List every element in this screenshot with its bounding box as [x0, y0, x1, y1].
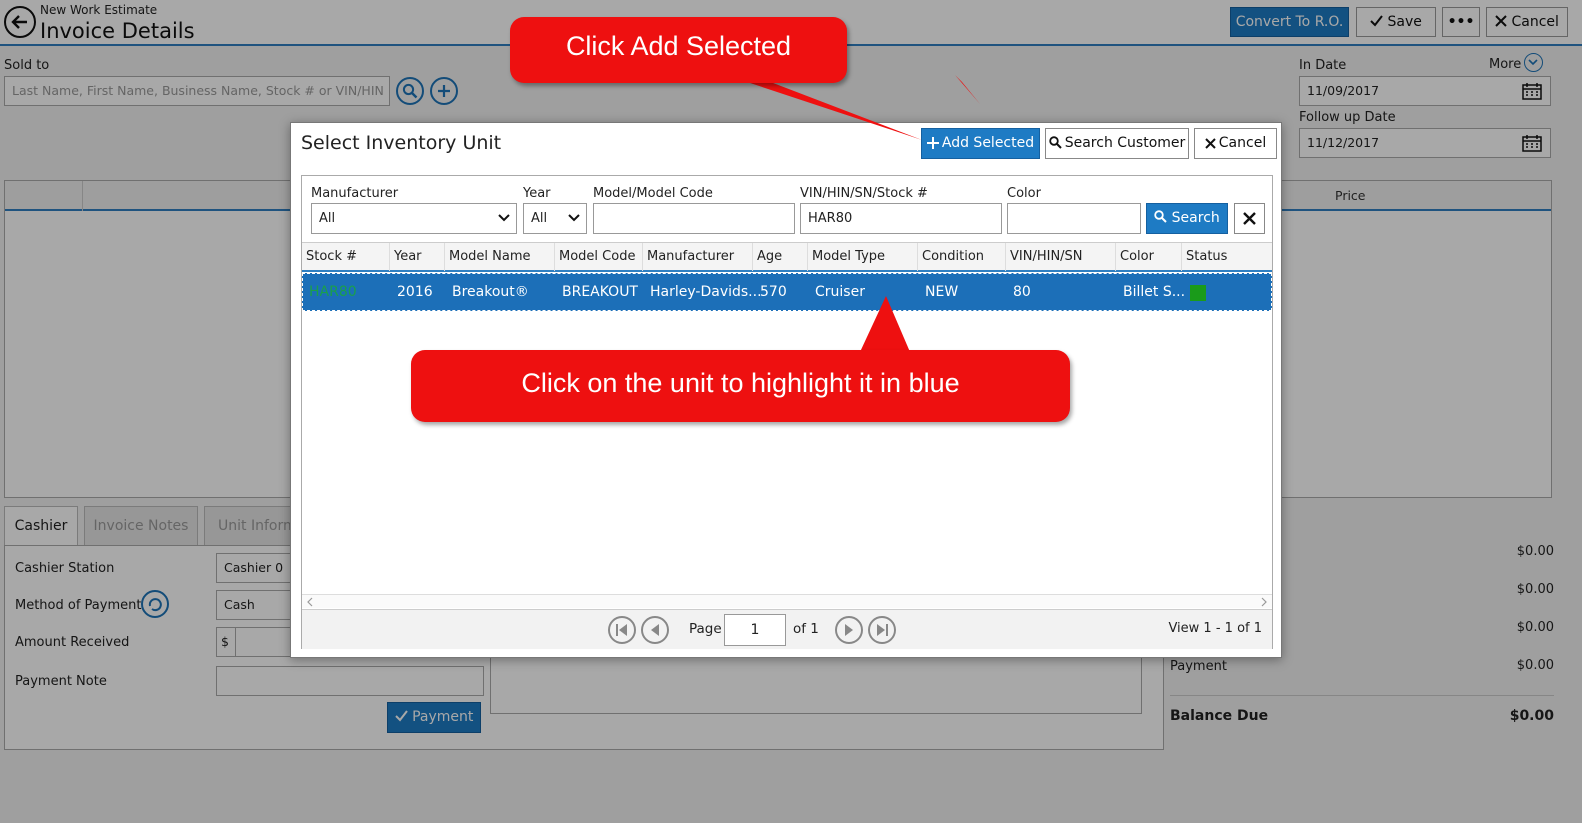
vin-stock-input[interactable]: HAR80	[800, 203, 1002, 234]
view-count: View 1 - 1 of 1	[1168, 621, 1262, 636]
page-count: of 1	[793, 621, 819, 637]
manufacturer-cell: Harley-Davids...	[650, 284, 762, 300]
column-header[interactable]: Manufacturer	[643, 243, 753, 271]
vin-cell: 80	[1013, 284, 1031, 300]
age-cell: 570	[760, 284, 787, 300]
chevron-down-icon	[568, 214, 580, 222]
last-page-icon[interactable]	[868, 616, 896, 644]
stock-cell: HAR80	[309, 284, 357, 300]
search-icon	[1049, 136, 1062, 149]
search-icon	[1154, 210, 1167, 223]
manufacturer-value: All	[319, 211, 336, 226]
horizontal-scrollbar[interactable]	[302, 594, 1272, 608]
plus-icon	[926, 137, 939, 149]
column-header[interactable]: Stock #	[302, 243, 390, 271]
first-page-icon[interactable]	[608, 616, 636, 644]
close-icon	[1205, 138, 1216, 149]
column-header[interactable]: Condition	[918, 243, 1006, 271]
dialog-cancel-label: Cancel	[1218, 135, 1267, 151]
column-header[interactable]: Year	[390, 243, 445, 271]
manufacturer-label: Manufacturer	[311, 186, 399, 201]
callout-add-selected: Click Add Selected	[510, 17, 847, 83]
dialog-title: Select Inventory Unit	[301, 132, 502, 154]
column-header[interactable]: Model Code	[555, 243, 643, 271]
chevron-down-icon	[498, 214, 510, 222]
year-cell: 2016	[397, 284, 433, 300]
manufacturer-select[interactable]: All	[311, 203, 517, 234]
year-value: All	[531, 211, 548, 226]
page-label: Page	[689, 621, 722, 637]
page-number-input[interactable]: 1	[724, 614, 786, 646]
model-code-label: Model/Model Code	[593, 186, 713, 201]
add-selected-button[interactable]: Add Selected	[921, 128, 1040, 159]
next-page-icon[interactable]	[835, 616, 863, 644]
model-code-input[interactable]	[593, 203, 795, 234]
model-code-cell: BREAKOUT	[562, 284, 638, 300]
condition-cell: NEW	[925, 284, 959, 300]
model-type-cell: Cruiser	[815, 284, 865, 300]
model-name-cell: Breakout®	[452, 284, 529, 300]
status-indicator	[1190, 285, 1206, 301]
results-header: Stock # Year Model Name Model Code Manuf…	[302, 242, 1272, 272]
column-header[interactable]: Status	[1182, 243, 1272, 271]
vin-stock-label: VIN/HIN/SN/Stock #	[800, 186, 928, 201]
callout-highlight-unit: Click on the unit to highlight it in blu…	[411, 350, 1070, 422]
column-header[interactable]: Model Name	[445, 243, 555, 271]
chevron-right-icon[interactable]	[1259, 596, 1269, 608]
previous-page-icon[interactable]	[641, 616, 669, 644]
color-label: Color	[1007, 186, 1041, 201]
dialog-cancel-button[interactable]: Cancel	[1194, 128, 1277, 159]
callout-add-selected-text: Click Add Selected	[565, 31, 792, 61]
inventory-search-button[interactable]: Search	[1146, 203, 1228, 234]
year-select[interactable]: All	[523, 203, 587, 234]
table-row[interactable]: HAR80 2016 Breakout® BREAKOUT Harley-Dav…	[302, 273, 1272, 311]
add-selected-label: Add Selected	[941, 135, 1035, 151]
callout-highlight-text: Click on the unit to highlight it in blu…	[521, 368, 960, 398]
column-header[interactable]: Age	[753, 243, 808, 271]
column-header[interactable]: Model Type	[808, 243, 918, 271]
column-header[interactable]: VIN/HIN/SN	[1006, 243, 1116, 271]
column-header[interactable]: Color	[1116, 243, 1182, 271]
search-customer-button[interactable]: Search Customer	[1045, 128, 1189, 159]
close-icon	[1243, 212, 1256, 225]
search-label: Search	[1171, 210, 1220, 226]
color-cell: Billet S...	[1123, 284, 1186, 300]
pager: Page 1 of 1 View 1 - 1 of 1	[302, 609, 1272, 649]
year-label: Year	[523, 186, 551, 201]
color-input[interactable]	[1007, 203, 1141, 234]
clear-filters-button[interactable]	[1234, 203, 1265, 234]
search-customer-label: Search Customer	[1064, 135, 1186, 151]
chevron-left-icon[interactable]	[305, 596, 315, 608]
